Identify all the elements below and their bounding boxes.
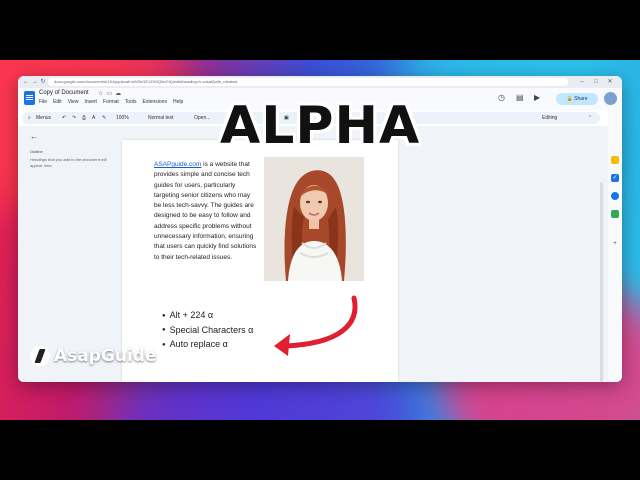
- list-item[interactable]: Special Characters α: [162, 323, 254, 338]
- brand-logo-icon: [30, 346, 50, 366]
- outline-hint: Headings that you add to the document wi…: [30, 157, 107, 168]
- folder-icon[interactable]: ▭: [106, 91, 115, 97]
- share-label: Share: [574, 96, 588, 102]
- print-icon[interactable]: ⎙: [82, 112, 86, 124]
- menu-file[interactable]: File: [39, 99, 47, 105]
- avatar[interactable]: [604, 92, 617, 105]
- red-arrow-icon: [274, 295, 358, 356]
- style-select[interactable]: Normal text: [148, 112, 174, 124]
- search-menus-icon[interactable]: ⌕: [28, 112, 31, 124]
- add-addon-icon[interactable]: +: [611, 240, 619, 248]
- portrait-image[interactable]: [264, 157, 364, 281]
- outline-back-icon[interactable]: ←: [30, 132, 38, 141]
- redo-icon[interactable]: ↷: [72, 112, 76, 124]
- browser-toolbar: ← → ↻ docs.google.com/document/d/1KApqde…: [18, 76, 622, 88]
- reload-icon[interactable]: ↻: [39, 78, 47, 86]
- body-paragraph[interactable]: ASAPguide.com is a website that provides…: [154, 160, 258, 263]
- paint-format-icon[interactable]: ✎: [102, 112, 106, 124]
- menu-format[interactable]: Format: [103, 99, 119, 105]
- paragraph-text: is a website that provides simple and co…: [154, 161, 257, 261]
- keep-icon[interactable]: [611, 156, 619, 164]
- list-item[interactable]: Auto replace α: [162, 337, 253, 352]
- side-panel: ✓ +: [608, 110, 622, 382]
- address-bar[interactable]: docs.google.com/document/d/1KApqdecaKmW0…: [48, 78, 568, 86]
- meet-icon[interactable]: ▶: [534, 93, 540, 102]
- contacts-icon[interactable]: [611, 192, 619, 200]
- menu-bar: File Edit View Insert Format Tools Exten…: [39, 99, 183, 105]
- menu-tools[interactable]: Tools: [125, 99, 137, 105]
- comment-icon[interactable]: ▤: [516, 93, 524, 102]
- cloud-icon[interactable]: ☁: [115, 91, 124, 97]
- menu-help[interactable]: Help: [173, 99, 183, 105]
- outline-title: Outline: [30, 149, 43, 154]
- spellcheck-icon[interactable]: A: [92, 112, 95, 124]
- editing-mode-select[interactable]: Editing: [542, 112, 557, 124]
- search-menus-input[interactable]: Menus: [36, 112, 51, 124]
- vertical-scrollbar[interactable]: [600, 182, 603, 382]
- docs-logo-icon[interactable]: [24, 91, 35, 105]
- minimize-icon[interactable]: –: [578, 78, 586, 86]
- zoom-select[interactable]: 100%: [116, 112, 129, 124]
- collapse-toolbar-icon[interactable]: ⌃: [588, 112, 592, 124]
- menu-insert[interactable]: Insert: [84, 99, 97, 105]
- menu-edit[interactable]: Edit: [53, 99, 62, 105]
- maximize-icon[interactable]: □: [592, 78, 600, 86]
- maps-icon[interactable]: [611, 210, 619, 218]
- close-icon[interactable]: ✕: [606, 78, 614, 86]
- font-select[interactable]: Open...: [194, 112, 210, 124]
- history-icon[interactable]: ◷: [498, 93, 505, 102]
- portrait-illustration: [264, 157, 364, 281]
- brand-name: AsapGuide: [54, 346, 157, 366]
- menu-view[interactable]: View: [68, 99, 79, 105]
- share-button[interactable]: 🔒 Share: [556, 93, 598, 105]
- tasks-icon[interactable]: ✓: [611, 174, 619, 182]
- list-item[interactable]: Alt + 224 α: [162, 308, 253, 323]
- overlay-title: ALPHA: [220, 96, 421, 156]
- bullet-list: Alt + 224 α Special Characters α Auto re…: [162, 308, 254, 352]
- undo-icon[interactable]: ↶: [62, 112, 66, 124]
- forward-icon[interactable]: →: [31, 78, 39, 86]
- back-icon[interactable]: ←: [22, 78, 30, 86]
- brand-watermark: AsapGuide: [30, 346, 157, 366]
- asapguide-link[interactable]: ASAPguide.com: [154, 161, 201, 168]
- menu-extensions[interactable]: Extensions: [142, 99, 166, 105]
- document-title[interactable]: Copy of Document: [39, 90, 89, 96]
- title-actions: ☆▭☁: [98, 90, 124, 97]
